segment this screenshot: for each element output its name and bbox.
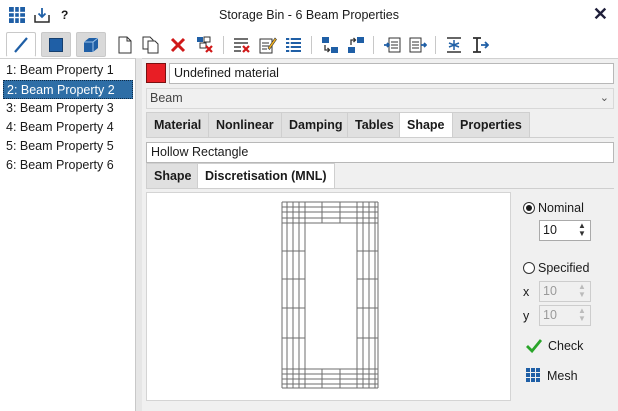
delete-button[interactable] bbox=[166, 33, 190, 56]
property-item[interactable]: 6: Beam Property 6 bbox=[3, 156, 133, 175]
element-type-value: Beam bbox=[150, 91, 183, 105]
property-item[interactable]: 1: Beam Property 1 bbox=[3, 61, 133, 80]
spin-down-icon: ▼ bbox=[578, 290, 586, 299]
specified-radio[interactable] bbox=[523, 262, 535, 274]
toolbar-separator bbox=[373, 36, 374, 54]
x-spinner[interactable]: 10 ▲ ▼ bbox=[539, 281, 591, 302]
delete-unused-icon bbox=[197, 36, 213, 53]
nominal-value: 10 bbox=[543, 223, 557, 237]
element-type-select[interactable]: Beam ⌄ bbox=[146, 88, 614, 109]
tab-properties[interactable]: Properties bbox=[452, 112, 530, 137]
y-value: 10 bbox=[543, 308, 557, 322]
edit-list-button[interactable] bbox=[256, 33, 280, 56]
solid-mode-button[interactable] bbox=[76, 32, 106, 57]
tab-divider bbox=[146, 137, 614, 138]
insert-after-button[interactable] bbox=[406, 33, 430, 56]
new-page-icon bbox=[118, 36, 132, 53]
nominal-radio[interactable] bbox=[523, 202, 535, 214]
mesh-drawing bbox=[281, 201, 379, 389]
material-color-swatch[interactable] bbox=[146, 63, 166, 83]
close-icon[interactable]: ✕ bbox=[593, 4, 608, 25]
import-icon bbox=[322, 36, 338, 53]
area-mode-button[interactable] bbox=[41, 32, 71, 57]
export-icon bbox=[348, 36, 364, 53]
check-label: Check bbox=[548, 339, 584, 353]
delete-list-button[interactable] bbox=[230, 33, 254, 56]
title-bar: ? Storage Bin - 6 Beam Properties ✕ bbox=[0, 0, 618, 30]
tab-discretisation[interactable]: Discretisation (MNL) bbox=[197, 163, 335, 189]
toolbar-separator bbox=[311, 36, 312, 54]
copy-button[interactable] bbox=[139, 33, 163, 56]
area-mode-icon bbox=[49, 37, 63, 52]
delete-list-icon bbox=[234, 37, 250, 53]
new-button[interactable] bbox=[113, 33, 137, 56]
nominal-spinner[interactable]: 10 ▲ ▼ bbox=[539, 220, 591, 241]
y-label: y bbox=[523, 309, 530, 323]
shape-name-field[interactable]: Hollow Rectangle bbox=[146, 142, 614, 163]
edit-list-icon bbox=[259, 37, 277, 53]
specified-label: Specified bbox=[538, 261, 590, 275]
property-item[interactable]: 3: Beam Property 3 bbox=[3, 99, 133, 118]
material-name-field[interactable]: Undefined material bbox=[169, 63, 614, 84]
solid-mode-icon bbox=[84, 37, 99, 52]
main-tabs: Material Nonlinear Damping Tables Shape … bbox=[146, 112, 614, 138]
window-title: Storage Bin - 6 Beam Properties bbox=[219, 8, 399, 22]
tab-tables[interactable]: Tables bbox=[347, 112, 402, 137]
copy-icon bbox=[142, 36, 159, 53]
sub-tab-divider bbox=[146, 188, 614, 189]
spin-down-icon[interactable]: ▼ bbox=[576, 230, 588, 238]
delete-icon bbox=[170, 37, 186, 52]
tab-shape-sub[interactable]: Shape bbox=[146, 163, 200, 188]
insert-after-icon bbox=[409, 37, 427, 52]
toolbar bbox=[0, 30, 618, 58]
section-button[interactable] bbox=[468, 33, 492, 56]
mesh-button[interactable]: Mesh bbox=[526, 368, 578, 383]
sub-tabs: Shape Discretisation (MNL) bbox=[146, 163, 614, 189]
export-button[interactable] bbox=[344, 33, 368, 56]
align-center-button[interactable] bbox=[442, 33, 466, 56]
delete-unused-button[interactable] bbox=[193, 33, 217, 56]
property-item-selected[interactable]: 2: Beam Property 2 bbox=[3, 80, 133, 99]
property-item[interactable]: 5: Beam Property 5 bbox=[3, 137, 133, 156]
mesh-icon bbox=[526, 368, 540, 382]
mesh-label: Mesh bbox=[547, 368, 578, 383]
nominal-label: Nominal bbox=[538, 201, 584, 215]
tab-shape[interactable]: Shape bbox=[399, 112, 453, 138]
property-list: 1: Beam Property 1 2: Beam Property 2 3:… bbox=[0, 58, 136, 411]
x-label: x bbox=[523, 285, 530, 299]
align-center-icon bbox=[447, 36, 461, 53]
tab-material[interactable]: Material bbox=[146, 112, 210, 137]
insert-before-icon bbox=[384, 37, 401, 52]
tab-damping[interactable]: Damping bbox=[281, 112, 351, 137]
line-mode-button[interactable] bbox=[6, 32, 36, 57]
line-mode-icon bbox=[14, 36, 28, 53]
chevron-down-icon: ⌄ bbox=[599, 92, 609, 104]
y-spinner[interactable]: 10 ▲ ▼ bbox=[539, 305, 591, 326]
spin-down-icon: ▼ bbox=[578, 314, 586, 323]
checkmark-icon bbox=[526, 339, 542, 353]
list-icon bbox=[286, 36, 301, 53]
toolbar-separator bbox=[435, 36, 436, 54]
tab-nonlinear[interactable]: Nonlinear bbox=[208, 112, 282, 137]
section-icon bbox=[473, 36, 489, 53]
insert-before-button[interactable] bbox=[380, 33, 404, 56]
check-button[interactable]: Check bbox=[526, 339, 583, 353]
toolbar-separator bbox=[223, 36, 224, 54]
list-button[interactable] bbox=[282, 33, 306, 56]
x-value: 10 bbox=[543, 284, 557, 298]
mesh-preview-canvas bbox=[146, 192, 511, 401]
property-item[interactable]: 4: Beam Property 4 bbox=[3, 118, 133, 137]
import-button[interactable] bbox=[318, 33, 342, 56]
